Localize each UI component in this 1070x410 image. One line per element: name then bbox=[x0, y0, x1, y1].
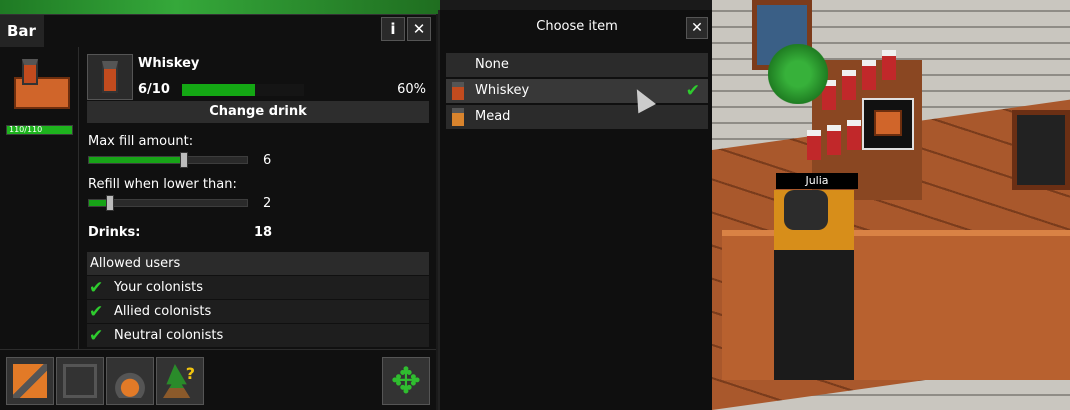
health-bar: 110/110 bbox=[6, 125, 73, 135]
checkbox-checked-icon[interactable]: ✔ bbox=[89, 277, 111, 298]
whiskey-bottle-icon bbox=[452, 82, 464, 100]
item-row-mead[interactable]: Mead bbox=[446, 105, 708, 129]
max-fill-slider[interactable] bbox=[88, 152, 248, 168]
game-screen: Julia Bar i ✕ 110/110 Whiskey 6/10 60% C… bbox=[0, 0, 1070, 410]
current-drink: Whiskey 6/10 60% bbox=[87, 51, 429, 101]
drink-progress-fill bbox=[182, 84, 256, 96]
game-world-view[interactable]: Julia bbox=[712, 0, 1070, 410]
outline-tool-button[interactable] bbox=[56, 357, 104, 405]
checkbox-checked-icon[interactable]: ✔ bbox=[89, 301, 111, 322]
bottom-toolbar: ? ✥ bbox=[0, 349, 436, 410]
bottle bbox=[882, 50, 896, 80]
bottle bbox=[847, 120, 861, 150]
colonist-name-label: Julia bbox=[776, 173, 858, 189]
bar-counter-icon bbox=[8, 57, 70, 111]
health-text: 110/110 bbox=[9, 125, 43, 134]
item-label: Mead bbox=[475, 109, 511, 124]
slider-handle[interactable] bbox=[179, 152, 188, 168]
bottle bbox=[842, 70, 856, 100]
item-label: Whiskey bbox=[475, 83, 530, 98]
move-arrows-icon: ✥ bbox=[390, 361, 422, 402]
allowed-user-label: Neutral colonists bbox=[114, 328, 224, 343]
close-button[interactable]: ✕ bbox=[407, 17, 431, 41]
move-button[interactable]: ✥ bbox=[382, 357, 430, 405]
drink-count: 6/10 bbox=[138, 82, 170, 97]
bar-selection-marker[interactable] bbox=[862, 98, 914, 150]
bar-panel: Bar i ✕ 110/110 Whiskey 6/10 60% Change … bbox=[0, 14, 436, 410]
change-drink-button[interactable]: Change drink bbox=[87, 101, 429, 123]
refill-label: Refill when lower than: bbox=[88, 177, 237, 192]
foliage bbox=[0, 0, 440, 14]
outline-icon bbox=[63, 364, 97, 398]
build-tool-button[interactable] bbox=[6, 357, 54, 405]
allowed-user-row[interactable]: ✔ Neutral colonists bbox=[87, 324, 429, 347]
demolish-icon bbox=[113, 364, 147, 398]
question-mark-icon: ? bbox=[185, 364, 195, 383]
hammer-icon bbox=[13, 364, 47, 398]
item-label: None bbox=[475, 57, 509, 72]
demolish-tool-button[interactable] bbox=[106, 357, 154, 405]
info-button[interactable]: i bbox=[381, 17, 405, 41]
slider-handle[interactable] bbox=[105, 195, 114, 211]
bottle bbox=[807, 130, 821, 160]
bar-sidebar: 110/110 bbox=[0, 47, 79, 349]
selected-check-icon: ✔ bbox=[685, 81, 700, 101]
item-row-whiskey[interactable]: Whiskey ✔ bbox=[446, 79, 708, 103]
tree-help-button[interactable]: ? bbox=[156, 357, 204, 405]
choose-item-title: Choose item bbox=[536, 19, 618, 34]
mead-bottle-icon bbox=[452, 108, 464, 126]
refill-slider[interactable] bbox=[88, 195, 248, 211]
potted-plant bbox=[768, 44, 828, 104]
allowed-users-header: Allowed users bbox=[87, 252, 429, 275]
colonist-head bbox=[784, 190, 828, 230]
item-row-none[interactable]: None bbox=[446, 53, 708, 77]
max-fill-value: 6 bbox=[263, 153, 272, 168]
allowed-user-label: Allied colonists bbox=[114, 304, 212, 319]
drinks-value: 18 bbox=[254, 225, 273, 240]
bottle bbox=[827, 125, 841, 155]
close-button[interactable]: ✕ bbox=[686, 17, 708, 39]
item-list: None Whiskey ✔ Mead bbox=[446, 53, 708, 131]
bottle-shape bbox=[102, 61, 118, 93]
drink-name: Whiskey bbox=[138, 56, 200, 71]
drinks-label: Drinks: bbox=[88, 225, 141, 240]
drink-progress-bar bbox=[182, 84, 304, 96]
wall-picture bbox=[1012, 110, 1070, 190]
slider-fill bbox=[89, 157, 184, 163]
allowed-users-section: Allowed users ✔ Your colonists ✔ Allied … bbox=[87, 252, 429, 347]
refill-value: 2 bbox=[263, 196, 272, 211]
allowed-user-row[interactable]: ✔ Allied colonists bbox=[87, 300, 429, 323]
bar-panel-title: Bar bbox=[0, 15, 44, 47]
bar-icon bbox=[874, 110, 902, 136]
bottle-shape bbox=[22, 59, 38, 85]
whiskey-bottle-icon bbox=[87, 54, 133, 100]
bar-panel-header: Bar i ✕ bbox=[0, 15, 436, 47]
drink-percent: 60% bbox=[397, 82, 426, 97]
max-fill-label: Max fill amount: bbox=[88, 134, 194, 149]
allowed-user-row[interactable]: ✔ Your colonists bbox=[87, 276, 429, 299]
checkbox-checked-icon[interactable]: ✔ bbox=[89, 325, 111, 346]
allowed-user-label: Your colonists bbox=[114, 280, 204, 295]
bottle bbox=[862, 60, 876, 90]
choose-item-panel: Choose item ✕ None Whiskey ✔ Mead bbox=[438, 10, 712, 410]
